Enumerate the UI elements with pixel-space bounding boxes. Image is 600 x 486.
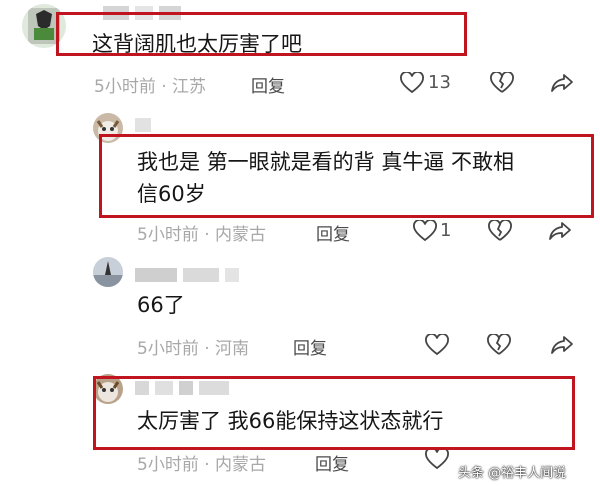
- watermark: 头条 @裕丰人间说: [458, 462, 566, 481]
- comment-text-line-2: 信60岁: [137, 182, 206, 206]
- share-arrow-icon[interactable]: [548, 220, 572, 242]
- like-count: 13: [428, 72, 451, 93]
- comment-meta: 5小时前 · 河南: [137, 339, 250, 359]
- heart-icon[interactable]: [425, 334, 449, 356]
- avatar-image: [28, 8, 60, 44]
- reply-button[interactable]: 回复: [316, 220, 350, 245]
- broken-heart-icon[interactable]: [490, 72, 514, 94]
- avatar[interactable]: [93, 374, 123, 404]
- avatar-image: [93, 261, 123, 287]
- username-redacted[interactable]: [135, 118, 157, 132]
- username-redacted[interactable]: [135, 268, 245, 282]
- reply-button[interactable]: 回复: [293, 334, 327, 359]
- heart-icon[interactable]: [425, 448, 449, 470]
- comment-text: 太厉害了 我66能保持这状态就行: [137, 409, 444, 433]
- username-redacted[interactable]: [135, 381, 235, 395]
- avatar-image: [96, 381, 120, 402]
- comment-meta: 5小时前 · 江苏: [94, 77, 207, 97]
- avatar[interactable]: [93, 257, 123, 287]
- watermark-handle: @裕丰人间说: [488, 466, 567, 481]
- avatar[interactable]: [22, 4, 66, 48]
- avatar-image: [96, 120, 120, 141]
- share-arrow-icon[interactable]: [550, 334, 574, 356]
- broken-heart-icon[interactable]: [487, 334, 511, 356]
- reply-button[interactable]: 回复: [251, 72, 285, 97]
- comment-meta: 5小时前 · 内蒙古: [137, 455, 267, 475]
- username-redacted[interactable]: [103, 6, 187, 20]
- comment-text: 66了: [137, 293, 185, 317]
- comment-text: 这背阔肌也太厉害了吧: [92, 32, 302, 56]
- like-count: 1: [440, 220, 452, 241]
- avatar[interactable]: [93, 113, 123, 143]
- comment-meta: 5小时前 · 内蒙古: [137, 225, 267, 245]
- heart-icon[interactable]: [400, 72, 424, 94]
- heart-icon[interactable]: [413, 220, 437, 242]
- comment-text-line-1: 我也是 第一眼就是看的背 真牛逼 不敢相: [137, 150, 515, 174]
- watermark-prefix: 头条: [458, 466, 485, 481]
- reply-button[interactable]: 回复: [315, 450, 349, 475]
- share-arrow-icon[interactable]: [550, 72, 574, 94]
- broken-heart-icon[interactable]: [488, 220, 512, 242]
